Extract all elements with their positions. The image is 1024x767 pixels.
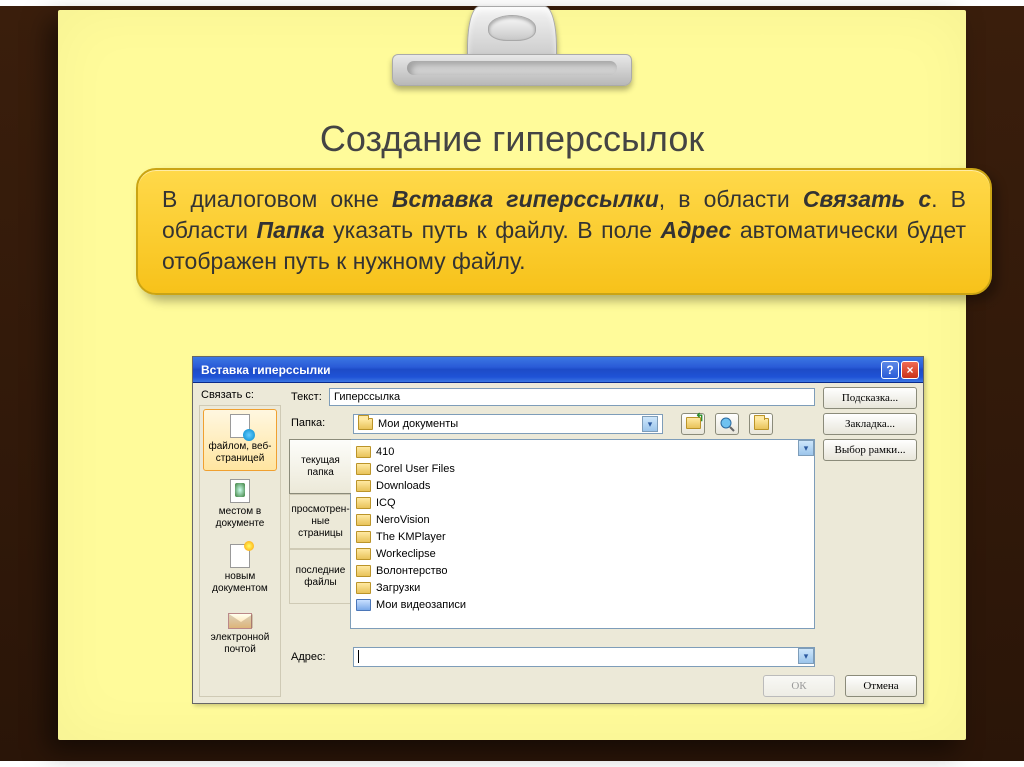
tab-recent-files[interactable]: последние файлы [289,549,351,604]
list-item[interactable]: 410 [354,443,811,460]
clipboard-clip [392,6,632,86]
close-button[interactable]: × [901,361,919,379]
linkto-newdoc[interactable]: новым документом [203,539,277,601]
target-frame-button[interactable]: Выбор рамки... [823,439,917,461]
list-item[interactable]: Загрузки [354,579,811,596]
page-globe-icon [230,414,250,438]
video-folder-icon [356,599,371,611]
up-folder-icon: ↰ [686,417,701,432]
tab-current-folder[interactable]: текущая папка [289,439,351,494]
dialog-title: Вставка гиперссылки [201,363,331,377]
linkto-label: Связать с: [201,389,254,401]
folder-value: Мои документы [378,418,458,430]
help-button[interactable]: ? [881,361,899,379]
folder-icon [356,463,371,475]
new-document-icon [230,544,250,568]
linkto-place[interactable]: местом в документе [203,474,277,536]
list-item[interactable]: NeroVision [354,511,811,528]
linkto-file-web[interactable]: файлом, веб-страницей [203,409,277,471]
list-item[interactable]: Corel User Files [354,460,811,477]
sticky-note: Создание гиперссылок В диалоговом окне В… [58,10,966,740]
bookmark-button[interactable]: Закладка... [823,413,917,435]
chevron-down-icon[interactable]: ▾ [642,416,658,432]
file-list[interactable]: ▾ 410 Corel User Files Downloads ICQ Ner… [350,439,815,629]
chevron-down-icon[interactable]: ▾ [798,648,814,664]
dialog-titlebar[interactable]: Вставка гиперссылки ? × [193,357,923,383]
globe-magnify-icon [719,416,735,432]
folder-icon [356,548,371,560]
screentip-button[interactable]: Подсказка... [823,387,917,409]
slide-title: Создание гиперссылок [58,118,966,160]
chevron-down-icon[interactable]: ▾ [798,440,814,456]
display-text-input[interactable]: Гиперссылка [329,388,815,406]
list-item[interactable]: Волонтерство [354,562,811,579]
list-item[interactable]: Downloads [354,477,811,494]
folder-icon [356,480,371,492]
list-item[interactable]: The KMPlayer [354,528,811,545]
list-item[interactable]: Мои видеозаписи [354,596,811,613]
tab-browsed-pages[interactable]: просмотрен-ные страницы [289,494,351,549]
folder-dropdown[interactable]: Мои документы ▾ [353,414,663,434]
folder-search-icon [754,418,769,430]
folder-label: Папка: [291,417,325,429]
folder-open-icon [358,418,373,430]
list-item[interactable]: ICQ [354,494,811,511]
folder-icon [356,446,371,458]
browse-web-button[interactable] [715,413,739,435]
folder-icon [356,582,371,594]
folder-icon [356,514,371,526]
up-folder-button[interactable]: ↰ [681,413,705,435]
folder-icon [356,497,371,509]
address-input[interactable]: ▾ [353,647,815,667]
address-label: Адрес: [291,651,326,663]
cancel-button[interactable]: Отмена [845,675,917,697]
ok-button: ОК [763,675,835,697]
envelope-icon [228,613,252,629]
document-place-icon [230,479,250,503]
browse-tabs: текущая папка просмотрен-ные страницы по… [289,439,351,663]
list-item[interactable]: Workeclipse [354,545,811,562]
folder-icon [356,531,371,543]
description-callout: В диалоговом окне Вставка гиперссылки, в… [136,168,992,295]
linkto-email[interactable]: электронной почтой [203,604,277,662]
browse-file-button[interactable] [749,413,773,435]
linkto-column: файлом, веб-страницей местом в документе… [199,405,281,697]
insert-hyperlink-dialog: Вставка гиперссылки ? × Связать с: файло… [192,356,924,704]
folder-icon [356,565,371,577]
text-label: Текст: [291,391,322,403]
